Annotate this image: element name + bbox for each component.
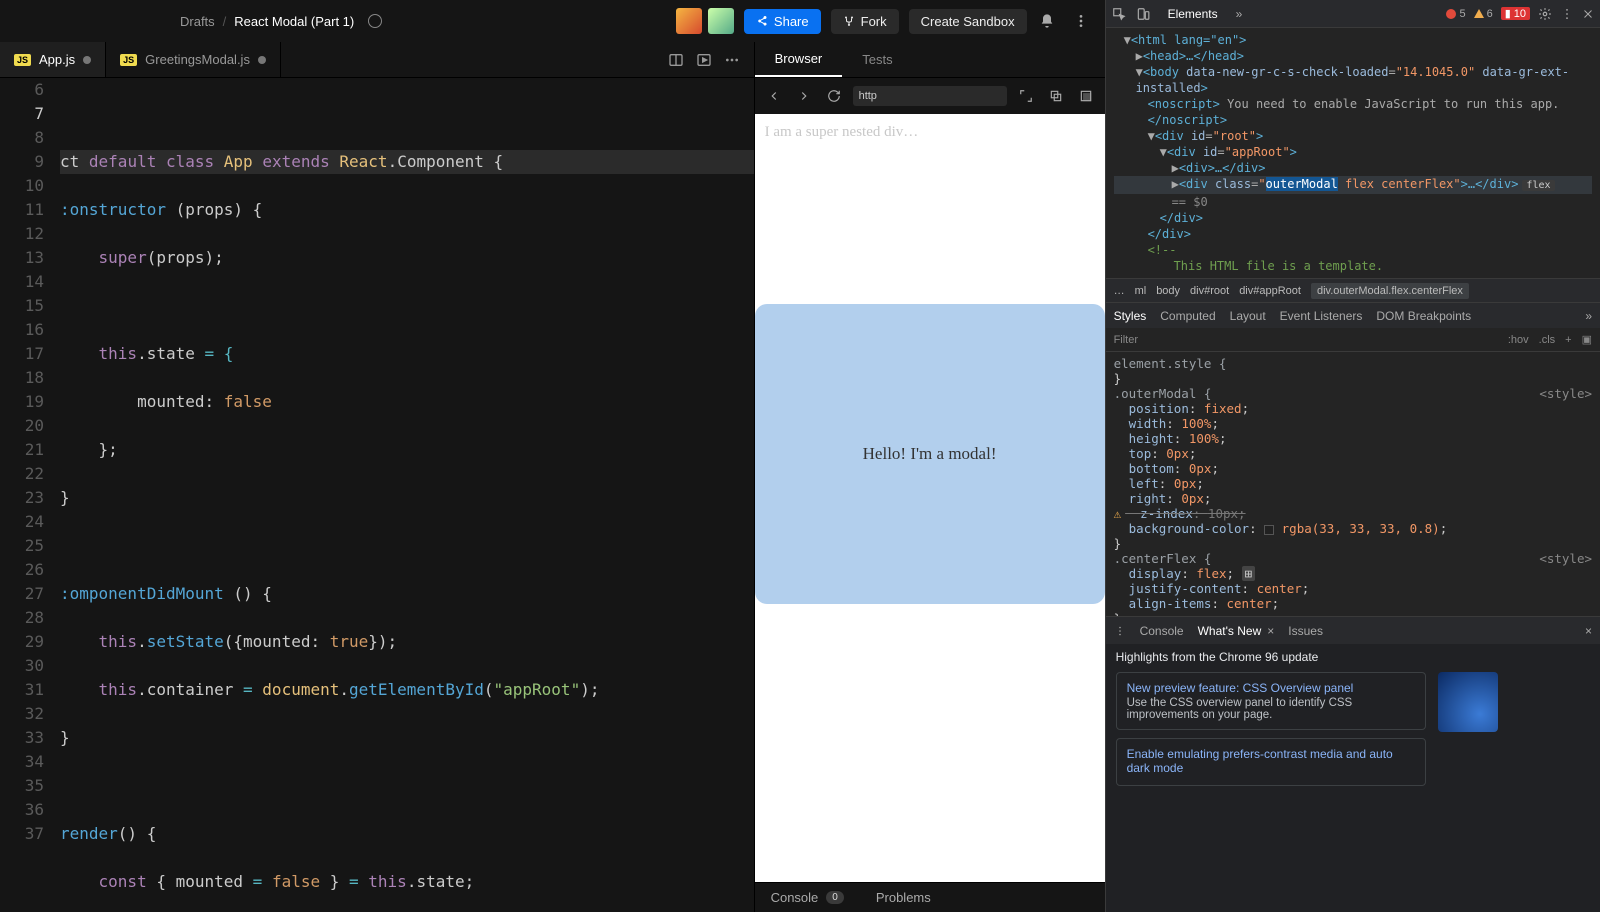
fork-button[interactable]: Fork	[831, 9, 899, 34]
devtools-tabbar: Elements » 5 6 ▮10	[1106, 0, 1600, 28]
share-button[interactable]: Share	[744, 9, 821, 34]
more-tabs-icon[interactable]: »	[1585, 309, 1592, 323]
hov-toggle[interactable]: :hov	[1508, 334, 1529, 346]
styles-filter-row: Filter :hov .cls + ▣	[1106, 328, 1600, 352]
add-rule-icon[interactable]: +	[1565, 334, 1571, 346]
topbar: Drafts / React Modal (Part 1) Share Fork…	[0, 0, 1105, 42]
close-icon[interactable]: ×	[1267, 624, 1274, 638]
tab-app-js[interactable]: JS App.js	[0, 42, 106, 77]
editor-tabs: JS App.js JS GreetingsModal.js	[0, 42, 754, 78]
more-tabs-icon[interactable]: »	[1236, 7, 1243, 21]
line-gutter: 6 7 8 9 10 11 12 13 14 15 16 17 18 19	[0, 78, 60, 912]
devtools-panel: Elements » 5 6 ▮10 ▼<html lang="en"> ▶<h…	[1105, 0, 1600, 912]
breadcrumb-separator: /	[223, 14, 227, 29]
tab-computed[interactable]: Computed	[1160, 309, 1215, 323]
address-input[interactable]	[853, 86, 1007, 106]
warning-count-badge[interactable]: 6	[1474, 8, 1493, 20]
nested-div-text: I am a super nested div…	[755, 114, 1105, 151]
drawer-tabs: Console What's New × Issues ×	[1106, 616, 1600, 644]
error-count-badge[interactable]: 5	[1446, 8, 1465, 20]
tab-dom-breakpoints[interactable]: DOM Breakpoints	[1376, 309, 1471, 323]
whats-new-card[interactable]: Enable emulating prefers-contrast media …	[1116, 738, 1426, 786]
create-sandbox-button[interactable]: Create Sandbox	[909, 9, 1027, 34]
tab-problems[interactable]: Problems	[860, 890, 947, 905]
tab-elements[interactable]: Elements	[1160, 3, 1226, 25]
tab-styles[interactable]: Styles	[1114, 309, 1147, 323]
tab-whats-new[interactable]: What's New	[1198, 624, 1262, 638]
modal-text: Hello! I'm a modal!	[863, 444, 997, 464]
popout-icon[interactable]	[1075, 85, 1097, 107]
reload-icon[interactable]	[823, 85, 845, 107]
dom-tree[interactable]: ▼<html lang="en"> ▶<head>…</head> ▼<body…	[1106, 28, 1600, 278]
device-toggle-icon[interactable]	[1136, 7, 1150, 21]
tab-greetings-modal-js[interactable]: JS GreetingsModal.js	[106, 42, 281, 77]
filter-input[interactable]: Filter	[1114, 334, 1138, 346]
whats-new-card[interactable]: New preview feature: CSS Overview panel …	[1116, 672, 1426, 730]
console-count-badge: 0	[826, 891, 844, 904]
breadcrumb-title[interactable]: React Modal (Part 1)	[234, 14, 354, 29]
js-icon: JS	[14, 54, 31, 66]
js-icon: JS	[120, 54, 137, 66]
avatar[interactable]	[708, 8, 734, 34]
whats-new-thumbnail	[1438, 672, 1498, 732]
preview-icon[interactable]	[696, 52, 712, 68]
tab-console[interactable]: Console	[1140, 624, 1184, 638]
visibility-icon[interactable]	[368, 14, 382, 28]
fork-icon	[843, 15, 855, 27]
whats-new-title: Highlights from the Chrome 96 update	[1116, 650, 1590, 664]
unsaved-dot-icon	[83, 56, 91, 64]
styles-pane[interactable]: element.style { } .outerModal {<style> p…	[1106, 352, 1600, 616]
tab-event-listeners[interactable]: Event Listeners	[1280, 309, 1363, 323]
flex-badge-icon[interactable]: ⊞	[1242, 566, 1256, 581]
whats-new-panel: Highlights from the Chrome 96 update New…	[1106, 644, 1600, 912]
inspect-icon[interactable]	[1112, 7, 1126, 21]
nav-back-icon[interactable]	[763, 85, 785, 107]
expand-icon[interactable]	[1015, 85, 1037, 107]
styles-tabs: Styles Computed Layout Event Listeners D…	[1106, 302, 1600, 328]
code-body[interactable]: ct default class App extends React.Compo…	[60, 78, 754, 912]
tab-issues[interactable]: Issues	[1288, 624, 1323, 638]
close-drawer-icon[interactable]: ×	[1585, 624, 1592, 638]
toggle-panel-icon[interactable]: ▣	[1582, 333, 1592, 346]
dom-breadcrumb[interactable]: … ml body div#root div#appRoot div.outer…	[1106, 278, 1600, 302]
selected-dom-node[interactable]: ▶<div class="outerModal flex centerFlex"…	[1114, 176, 1592, 194]
code-editor[interactable]: 6 7 8 9 10 11 12 13 14 15 16 17 18 19	[0, 78, 754, 912]
breadcrumb-root[interactable]: Drafts	[180, 14, 215, 29]
more-icon[interactable]	[724, 52, 740, 68]
bell-icon[interactable]	[1033, 7, 1061, 35]
nav-forward-icon[interactable]	[793, 85, 815, 107]
tab-browser[interactable]: Browser	[755, 42, 843, 77]
avatar[interactable]	[676, 8, 702, 34]
cls-toggle[interactable]: .cls	[1539, 334, 1556, 346]
preview-bottom-tabs: Console 0 Problems	[755, 882, 1105, 912]
preview-body: I am a super nested div… Hello! I'm a mo…	[755, 114, 1105, 882]
message-count-badge[interactable]: ▮10	[1501, 7, 1530, 20]
share-icon	[756, 15, 768, 27]
split-view-icon[interactable]	[668, 52, 684, 68]
copy-icon[interactable]	[1045, 85, 1067, 107]
tab-layout[interactable]: Layout	[1230, 309, 1266, 323]
unsaved-dot-icon	[258, 56, 266, 64]
close-icon[interactable]	[1582, 8, 1594, 20]
drawer-more-icon[interactable]	[1114, 625, 1126, 637]
breadcrumb: Drafts / React Modal (Part 1)	[180, 14, 382, 29]
tab-tests[interactable]: Tests	[842, 42, 912, 77]
tab-console[interactable]: Console 0	[755, 890, 860, 905]
more-icon[interactable]	[1560, 7, 1574, 21]
preview-toolbar	[755, 78, 1105, 114]
more-menu-icon[interactable]	[1067, 7, 1095, 35]
gear-icon[interactable]	[1538, 7, 1552, 21]
preview-tabs: Browser Tests	[755, 42, 1105, 78]
modal-card: Hello! I'm a modal!	[755, 304, 1105, 604]
